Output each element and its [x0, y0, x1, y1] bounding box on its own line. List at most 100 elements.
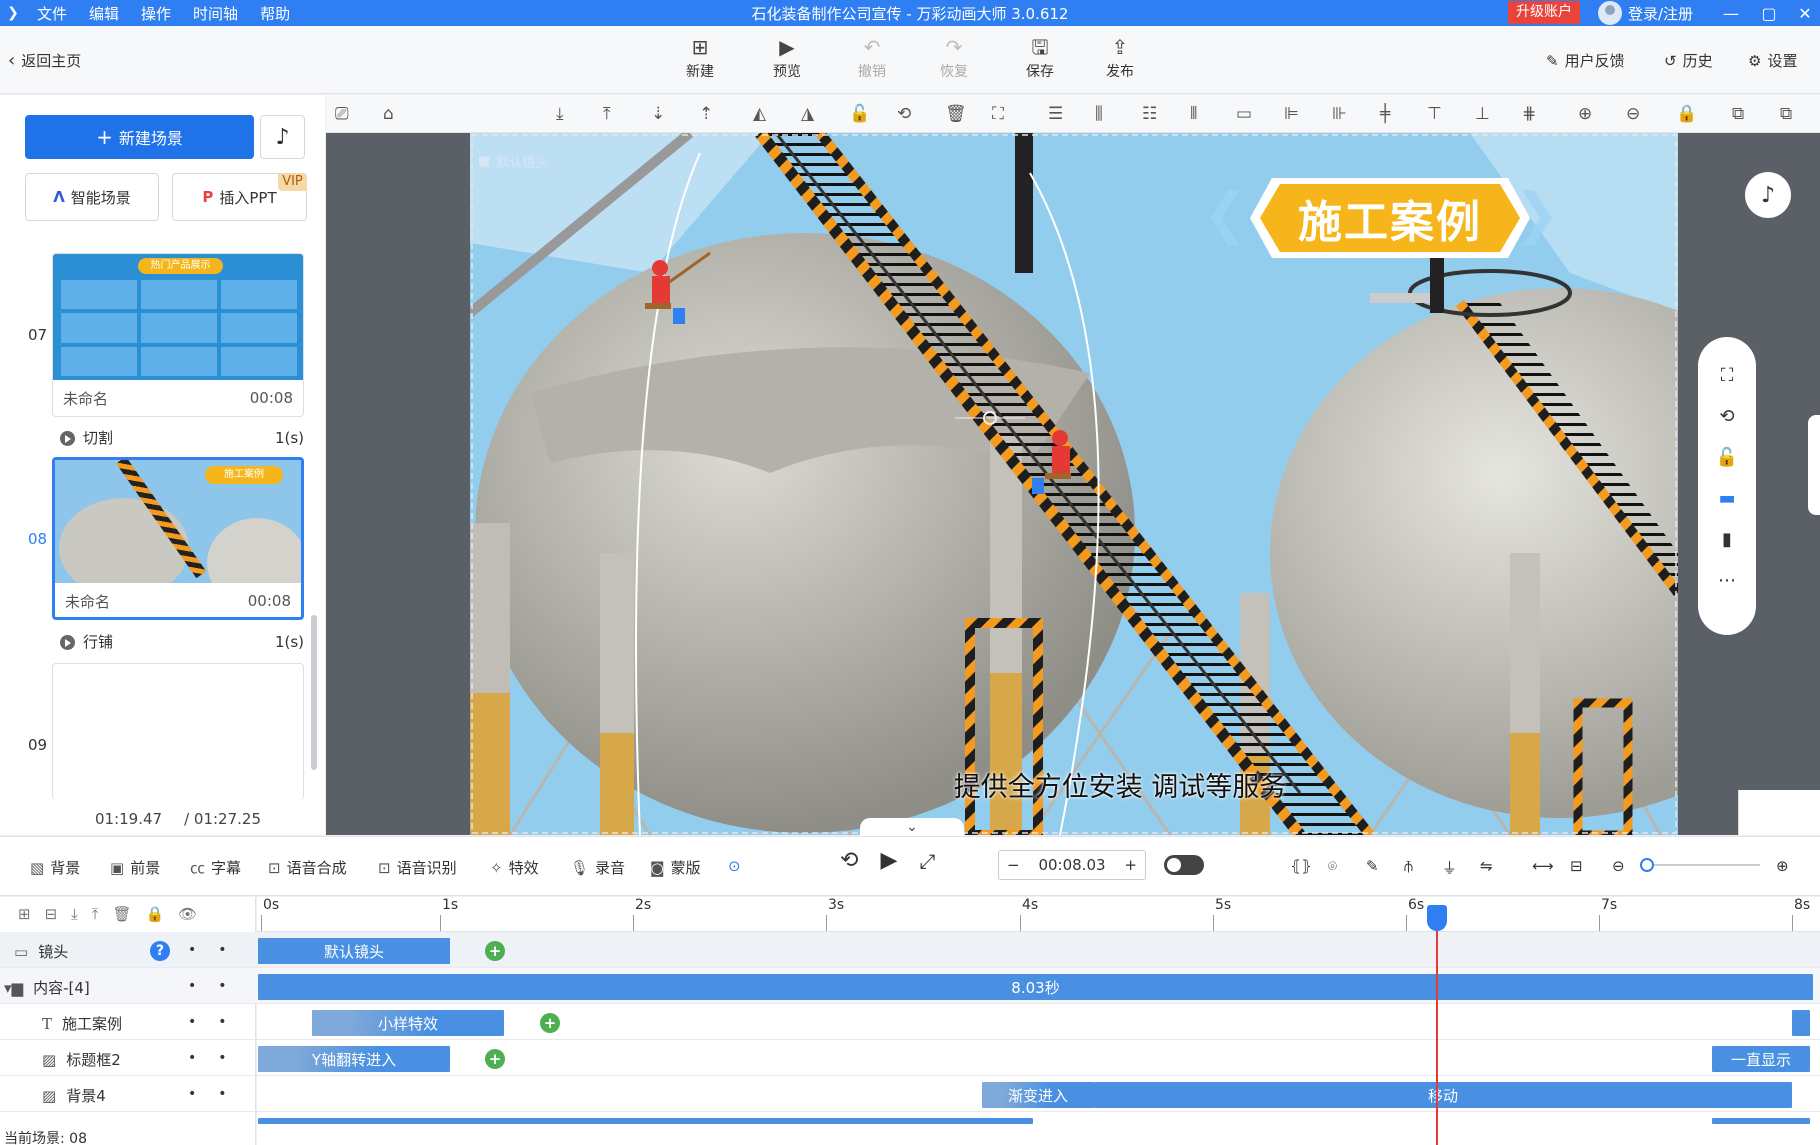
center-v-icon[interactable]: ⋕: [1522, 104, 1536, 124]
screen-portrait-icon[interactable]: ▮: [1722, 529, 1732, 550]
scene-card-09[interactable]: [52, 663, 304, 800]
fullscreen-icon[interactable]: ⤢: [919, 849, 935, 873]
camera-clip[interactable]: 默认镜头: [258, 938, 450, 964]
content-clip[interactable]: 8.03秒: [258, 974, 1813, 1000]
track-toggles[interactable]: ••: [188, 978, 249, 994]
zoom-out-icon[interactable]: ⊖: [1626, 104, 1640, 124]
minus-icon[interactable]: −: [1007, 856, 1020, 874]
publish-button[interactable]: ⇪ 发布: [1088, 36, 1152, 81]
chevron-down-icon[interactable]: ⌄: [860, 818, 964, 836]
back-home-button[interactable]: ‹ 返回主页: [8, 50, 81, 71]
track-toggles[interactable]: ••: [188, 942, 249, 958]
bottom-align-icon[interactable]: ⊥: [1475, 104, 1490, 124]
add-folder-icon[interactable]: ⊞: [18, 905, 31, 923]
align-right-icon[interactable]: ⊪: [1332, 104, 1347, 124]
redo-button[interactable]: ↷ 恢复: [922, 36, 986, 81]
minimize-icon[interactable]: —: [1716, 0, 1746, 26]
add-keyframe-icon[interactable]: +: [485, 1049, 505, 1069]
track-toggles[interactable]: ••: [188, 1050, 249, 1066]
zoom-slider-handle[interactable]: [1640, 858, 1654, 872]
mask-button[interactable]: ◙ 蒙版: [650, 857, 701, 878]
align-top-icon[interactable]: ☰: [1048, 104, 1063, 124]
transition-item[interactable]: 行铺 1(s): [60, 631, 304, 652]
settings-button[interactable]: ⚙ 设置: [1748, 50, 1797, 71]
timecode-value[interactable]: 00:08.03: [1038, 856, 1105, 874]
distribute-h-icon[interactable]: ⦀: [1190, 104, 1197, 124]
scene-list-scrollbar[interactable]: [311, 615, 317, 770]
copy-icon[interactable]: ⧉: [1732, 104, 1744, 124]
bg-in-clip[interactable]: 渐变进入: [982, 1082, 1094, 1108]
move-top-icon[interactable]: ⤒: [603, 104, 611, 124]
ratio-icon[interactable]: ⊟: [1570, 857, 1583, 875]
maximize-icon[interactable]: ▢: [1754, 0, 1784, 26]
camera-snapshot-icon[interactable]: ⌾: [1328, 857, 1337, 875]
music-note-icon[interactable]: ♪: [260, 115, 305, 159]
effects-button[interactable]: ✧ 特效: [490, 857, 539, 878]
add-keyframe-icon[interactable]: +: [540, 1013, 560, 1033]
login-button[interactable]: 登录/注册: [1598, 0, 1693, 26]
move-up-icon[interactable]: ⇡: [699, 104, 713, 124]
timecode-stepper[interactable]: − 00:08.03 +: [998, 850, 1146, 880]
delete-track-icon[interactable]: 🗑: [112, 905, 131, 923]
distribute-v-icon[interactable]: ▭: [1236, 104, 1252, 124]
help-icon[interactable]: ?: [150, 941, 170, 961]
lock-icon[interactable]: 🔓: [849, 104, 870, 124]
menu-help[interactable]: 帮助: [249, 3, 301, 24]
rotate-icon[interactable]: ⟲: [897, 104, 911, 124]
more-options-icon[interactable]: ⊙: [728, 857, 741, 875]
lock-track-icon[interactable]: 🔒: [145, 905, 164, 923]
smart-scene-button[interactable]: Λ 智能场景: [25, 173, 159, 221]
move-down-icon[interactable]: ⇣: [651, 104, 665, 124]
new-scene-button[interactable]: + 新建场景: [25, 115, 254, 159]
paste-icon[interactable]: ⧉: [1780, 104, 1792, 124]
extra-clip[interactable]: [1712, 1118, 1810, 1124]
menu-operate[interactable]: 操作: [130, 3, 182, 24]
move-bottom-icon[interactable]: ⤓: [556, 104, 564, 124]
eye-icon[interactable]: 👁: [178, 905, 197, 923]
subtitle-button[interactable]: ㏄字幕: [190, 857, 241, 878]
track-row[interactable]: [0, 1004, 1820, 1040]
align-left-icon[interactable]: ⊫: [1284, 104, 1299, 124]
text-effect-clip[interactable]: 小样特效: [312, 1010, 504, 1036]
extra-clip[interactable]: [258, 1118, 1033, 1124]
subtitle-text[interactable]: 提供全方位安装 调试等服务: [880, 765, 1360, 804]
new-folder-icon[interactable]: ⊟: [45, 905, 58, 923]
toggle-switch[interactable]: [1164, 855, 1204, 875]
playhead[interactable]: [1436, 908, 1438, 1145]
scene-card-08[interactable]: 施工案例 未命名 00:08: [52, 457, 304, 620]
history-button[interactable]: ↺ 历史: [1664, 50, 1713, 71]
bg-move-clip[interactable]: 移动: [1094, 1082, 1792, 1108]
home-icon[interactable]: ⌂: [383, 104, 394, 124]
plus-icon[interactable]: +: [1124, 856, 1137, 874]
move-up-track-icon[interactable]: ⤒: [92, 905, 99, 923]
align-middle-icon[interactable]: ⫼: [1095, 104, 1103, 124]
background-button[interactable]: ▧ 背景: [30, 857, 80, 878]
more-icon[interactable]: ⋯: [1718, 570, 1736, 591]
split-icon[interactable]: ⫚: [1404, 857, 1413, 875]
title-effect-clip[interactable]: Y轴翻转进入: [258, 1046, 450, 1072]
text-end-clip[interactable]: [1792, 1010, 1810, 1036]
format-painter-icon[interactable]: ⎚: [335, 104, 349, 124]
fit-width-icon[interactable]: ⟷: [1532, 857, 1554, 875]
delete-icon[interactable]: 🗑: [945, 104, 967, 124]
upgrade-button[interactable]: 升级账户: [1508, 1, 1580, 24]
track-toggles[interactable]: ••: [188, 1014, 249, 1030]
unlock-icon[interactable]: 🔓: [1716, 447, 1738, 468]
transition-item[interactable]: 切割 1(s): [60, 427, 304, 448]
bg-music-icon[interactable]: ♪: [1745, 172, 1791, 218]
save-button[interactable]: 🖫 保存: [1008, 36, 1072, 81]
time-ruler[interactable]: 0s 1s 2s 3s 4s 5s 6s 7s 8s: [257, 897, 1820, 932]
foreground-button[interactable]: ▣ 前景: [110, 857, 160, 878]
scene-card-07[interactable]: 热门产品展示 未命名 00:08: [52, 253, 304, 417]
replay-icon[interactable]: ⟲: [840, 848, 858, 873]
scene-title-box[interactable]: 施工案例: [1210, 172, 1570, 264]
minimap[interactable]: [1738, 790, 1820, 835]
close-icon[interactable]: ✕: [1790, 0, 1820, 26]
playhead-handle[interactable]: [1427, 905, 1447, 931]
screen-landscape-icon[interactable]: ▬: [1718, 488, 1735, 509]
add-keyframe-icon[interactable]: +: [485, 941, 505, 961]
collapse-panel-icon[interactable]: [1808, 415, 1820, 515]
title-end-clip[interactable]: 一直显示: [1712, 1046, 1810, 1072]
asr-button[interactable]: ⊡ 语音识别: [378, 857, 457, 878]
menu-timeline[interactable]: 时间轴: [182, 3, 249, 24]
